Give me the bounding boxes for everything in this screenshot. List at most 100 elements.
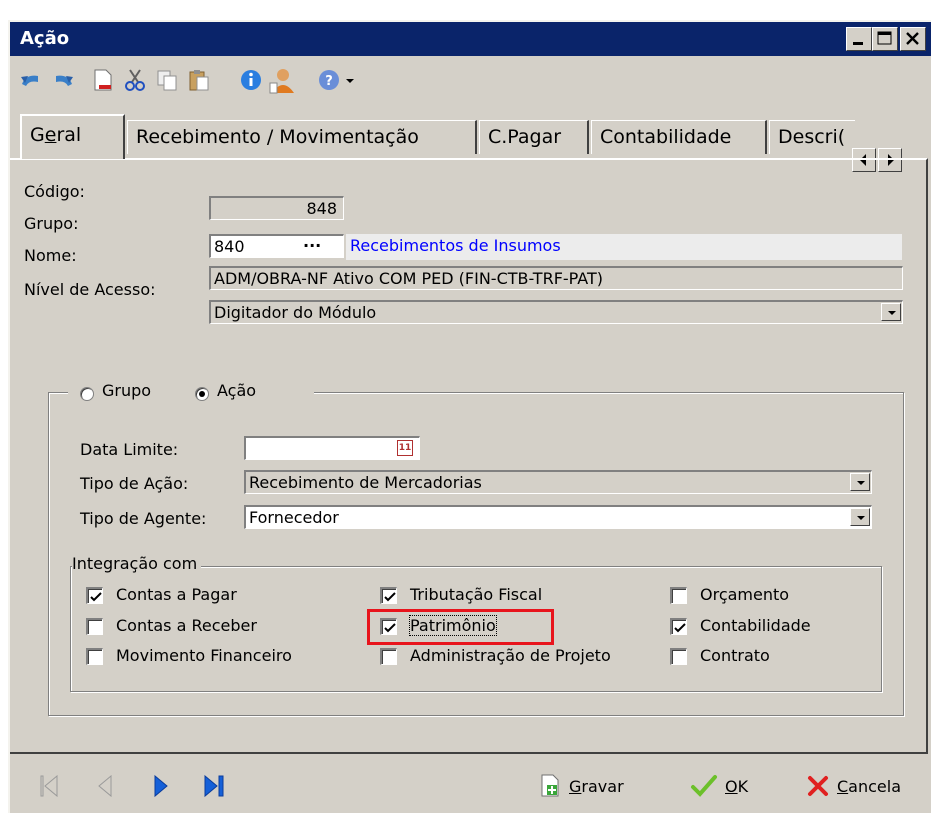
cancela-button[interactable]: Cancela: [806, 771, 901, 801]
data-limite-field[interactable]: 11: [244, 436, 420, 460]
help-dropdown-button[interactable]: [344, 67, 370, 93]
gravar-button[interactable]: Gravar: [538, 771, 624, 801]
label-contabilidade: Contabilidade: [700, 616, 811, 635]
redo-button[interactable]: [50, 67, 76, 93]
tipo-acao-value: Recebimento de Mercadorias: [249, 473, 482, 492]
ok-label-rest: K: [737, 776, 749, 796]
minimize-button[interactable]: [846, 27, 872, 51]
info-button[interactable]: [238, 67, 264, 93]
checkbox-contrato[interactable]: [670, 648, 687, 665]
checkbox-contabilidade[interactable]: [670, 618, 687, 635]
nivel-acesso-label: Nível de Acesso:: [24, 280, 156, 299]
tab-recebimento-movimentacao[interactable]: Recebimento / Movimentação: [127, 120, 477, 154]
tab-label: Contabilidade: [600, 126, 732, 148]
maximize-button[interactable]: [872, 27, 898, 51]
radio-grupo[interactable]: [80, 387, 94, 401]
close-icon: [906, 32, 919, 45]
cut-button[interactable]: [122, 67, 148, 93]
next-record-icon: [154, 774, 168, 798]
gravar-hotkey: G: [569, 776, 582, 796]
tab-label-part: ral: [56, 124, 82, 146]
first-record-icon: [40, 774, 58, 798]
nivel-acesso-select[interactable]: Digitador do Módulo: [209, 300, 903, 324]
nome-field[interactable]: ADM/OBRA-NF Ativo COM PED (FIN-CTB-TRF-P…: [209, 266, 903, 290]
cancela-label: Cancela: [837, 777, 901, 796]
close-icon: [808, 776, 828, 796]
help-button[interactable]: ?: [316, 67, 342, 93]
checkbox-patrimonio[interactable]: [380, 618, 397, 635]
tipo-agente-label: Tipo de Agente:: [80, 509, 207, 528]
tab-geral[interactable]: Geral: [20, 114, 125, 159]
tab-contabilidade[interactable]: Contabilidade: [591, 120, 767, 154]
checkbox-movimento-financeiro[interactable]: [86, 648, 103, 665]
label-tributacao-fiscal: Tributação Fiscal: [410, 585, 543, 604]
previous-record-button[interactable]: [94, 771, 116, 801]
label-orcamento: Orçamento: [700, 585, 790, 604]
grupo-label: Grupo:: [24, 214, 79, 233]
checkmark-icon: [691, 775, 717, 797]
undo-button[interactable]: [18, 67, 44, 93]
label-contas-receber: Contas a Receber: [116, 616, 257, 635]
cancela-hotkey: C: [837, 776, 849, 796]
new-document-button[interactable]: [90, 67, 116, 93]
copy-icon: [157, 70, 177, 91]
checkbox-orcamento[interactable]: [670, 587, 687, 604]
first-record-button[interactable]: [38, 771, 60, 801]
chevron-down-icon[interactable]: [850, 508, 870, 526]
codigo-field[interactable]: 848: [209, 196, 344, 220]
grupo-code-field[interactable]: 840 ···: [209, 234, 344, 258]
checkbox-tributacao-fiscal[interactable]: [380, 587, 397, 604]
toolbar: ?: [10, 56, 931, 102]
tipo-acao-label: Tipo de Ação:: [80, 474, 189, 493]
gravar-label: Gravar: [569, 777, 624, 796]
cut-icon: [125, 69, 145, 91]
minimize-icon: [853, 42, 863, 45]
redo-icon: [56, 75, 73, 86]
copy-button[interactable]: [154, 67, 180, 93]
grupo-lookup-button[interactable]: ···: [303, 236, 321, 256]
label-contrato: Contrato: [700, 646, 770, 665]
user-button[interactable]: [268, 67, 294, 94]
tipo-agente-select[interactable]: Fornecedor: [244, 505, 872, 529]
radio-grupo-label: Grupo: [102, 381, 152, 400]
checkbox-contas-pagar[interactable]: [86, 587, 103, 604]
next-record-button[interactable]: [150, 771, 172, 801]
integracao-title: Integração com: [72, 554, 202, 573]
title-bar[interactable]: Ação: [10, 22, 931, 56]
checkmark-icon: [674, 623, 686, 633]
close-button[interactable]: [900, 27, 926, 51]
info-icon: [241, 70, 261, 90]
codigo-label: Código:: [24, 182, 85, 201]
tab-cpagar[interactable]: C.Pagar: [479, 120, 589, 154]
chevron-down-icon[interactable]: [850, 473, 870, 491]
tab-label: Descri(: [778, 126, 846, 148]
checkbox-administracao-projeto[interactable]: [380, 648, 397, 665]
checkmark-icon: [384, 592, 396, 602]
previous-record-icon: [98, 774, 112, 798]
chevron-down-icon[interactable]: [881, 303, 901, 321]
tab-label: C.Pagar: [488, 126, 562, 148]
checkmark-icon: [90, 592, 102, 602]
ok-label: OK: [725, 777, 748, 796]
nivel-acesso-value: Digitador do Módulo: [214, 303, 377, 322]
grupo-description: Recebimentos de Insumos: [346, 234, 902, 260]
tipo-acao-select[interactable]: Recebimento de Mercadorias: [244, 470, 872, 494]
tab-panel-geral: Código: 848 Grupo: 840 ··· Recebimentos …: [10, 158, 928, 754]
tipo-agente-value: Fornecedor: [249, 508, 339, 527]
ok-button[interactable]: OK: [690, 771, 748, 801]
data-limite-label: Data Limite:: [80, 440, 179, 459]
nome-value: ADM/OBRA-NF Ativo COM PED (FIN-CTB-TRF-P…: [214, 269, 604, 288]
tab-strip: Geral Recebimento / Movimentação C.Pagar…: [10, 102, 931, 172]
radio-acao[interactable]: [195, 387, 209, 401]
window-title: Ação: [20, 28, 70, 49]
maximize-icon: [877, 31, 892, 45]
paste-button[interactable]: [186, 67, 212, 93]
tab-descricao[interactable]: Descri(: [769, 120, 855, 154]
last-record-button[interactable]: [202, 771, 228, 801]
calendar-icon[interactable]: 11: [397, 440, 413, 456]
label-movimento-financeiro: Movimento Financeiro: [116, 646, 292, 665]
codigo-value: 848: [306, 199, 337, 218]
ok-hotkey: O: [725, 776, 738, 796]
checkmark-icon: [384, 623, 396, 633]
checkbox-contas-receber[interactable]: [86, 618, 103, 635]
